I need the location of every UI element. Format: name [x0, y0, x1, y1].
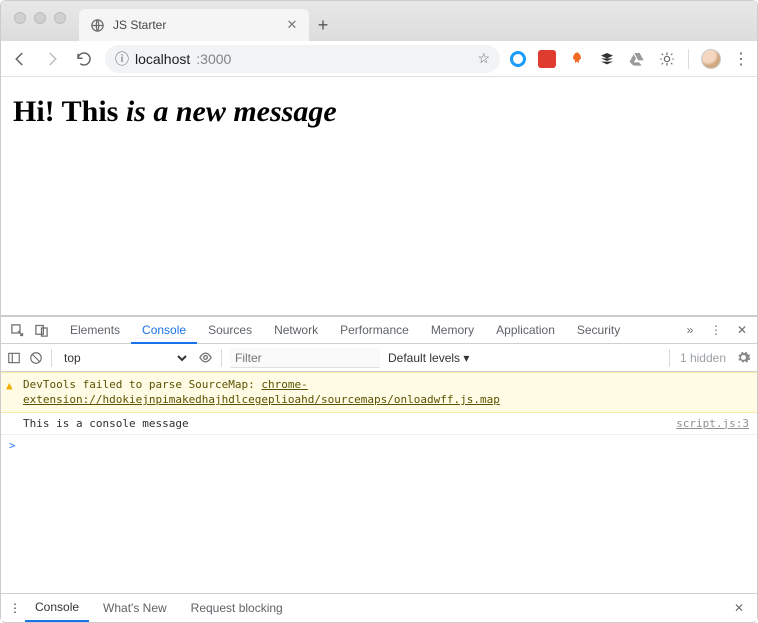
toolbar-separator	[688, 49, 689, 69]
reload-button[interactable]	[73, 48, 95, 70]
log-message: This is a console message	[23, 417, 189, 430]
devtools-tabstrip: Elements Console Sources Network Perform…	[1, 317, 757, 344]
maximize-window-icon[interactable]	[54, 12, 66, 24]
extension-rocket-icon[interactable]	[568, 50, 586, 68]
heading-italic-text: is a new message	[126, 95, 337, 128]
browser-menu-icon[interactable]: ⋮	[733, 49, 749, 69]
warning-text: DevTools failed to parse SourceMap:	[23, 378, 261, 391]
inspect-element-icon[interactable]	[5, 317, 29, 343]
extensions-row: ⋮	[510, 49, 749, 69]
drawer-tab-whatsnew[interactable]: What's New	[93, 594, 177, 621]
tab-network[interactable]: Network	[263, 317, 329, 343]
warning-icon: ▲	[6, 378, 13, 393]
extension-stack-icon[interactable]	[598, 50, 616, 68]
console-prompt[interactable]: >	[1, 435, 757, 456]
close-window-icon[interactable]	[14, 12, 26, 24]
browser-tab[interactable]: JS Starter ✕	[79, 9, 309, 41]
devtools-close-icon[interactable]: ✕	[731, 323, 753, 337]
tabs-overflow-icon[interactable]: »	[679, 323, 701, 337]
log-source-link[interactable]: script.js:3	[676, 417, 749, 430]
tab-performance[interactable]: Performance	[329, 317, 420, 343]
devtools-drawer: ⋮ Console What's New Request blocking ✕	[1, 593, 757, 621]
url-port: :3000	[196, 51, 231, 67]
toolbar-separator	[51, 349, 52, 367]
drawer-close-icon[interactable]: ✕	[729, 601, 749, 615]
console-sidebar-toggle-icon[interactable]	[7, 351, 21, 365]
heading-text: Hi! This	[13, 95, 126, 128]
console-settings-icon[interactable]	[736, 350, 751, 365]
console-output: ▲ DevTools failed to parse SourceMap: ch…	[1, 372, 757, 593]
clear-console-icon[interactable]	[29, 351, 43, 365]
new-tab-button[interactable]: +	[309, 11, 337, 39]
context-selector[interactable]: top	[60, 350, 190, 366]
globe-icon	[89, 17, 105, 33]
console-toolbar: top Default levels ▾ 1 hidden	[1, 344, 757, 372]
forward-button[interactable]	[41, 48, 63, 70]
extension-circle-icon[interactable]	[510, 51, 526, 67]
tab-elements[interactable]: Elements	[59, 317, 131, 343]
device-toolbar-icon[interactable]	[29, 317, 53, 343]
tab-title: JS Starter	[113, 18, 277, 32]
profile-avatar[interactable]	[701, 49, 721, 69]
tab-console[interactable]: Console	[131, 318, 197, 344]
drawer-menu-icon[interactable]: ⋮	[9, 601, 21, 615]
bookmark-star-icon[interactable]: ☆	[477, 50, 490, 67]
drawer-tab-request-blocking[interactable]: Request blocking	[181, 594, 293, 621]
url-host: localhost	[135, 51, 190, 67]
page-viewport: Hi! This is a new message	[1, 77, 757, 317]
drawer-tab-console[interactable]: Console	[25, 595, 89, 622]
extension-bug-icon[interactable]	[658, 50, 676, 68]
extension-red-icon[interactable]	[538, 50, 556, 68]
hidden-messages-count[interactable]: 1 hidden	[680, 351, 726, 365]
devtools-menu-icon[interactable]: ⋮	[705, 323, 727, 337]
tab-memory[interactable]: Memory	[420, 317, 485, 343]
toolbar-separator	[669, 349, 670, 367]
back-button[interactable]	[9, 48, 31, 70]
tab-close-icon[interactable]: ✕	[285, 17, 299, 33]
log-levels-dropdown[interactable]: Default levels ▾	[388, 351, 469, 365]
traffic-lights	[1, 1, 79, 24]
toolbar-separator	[221, 349, 222, 367]
browser-toolbar: ⓘ localhost :3000 ☆ ⋮	[1, 41, 757, 77]
devtools-panel: Elements Console Sources Network Perform…	[1, 317, 757, 621]
page-heading: Hi! This is a new message	[13, 95, 745, 129]
tab-security[interactable]: Security	[566, 317, 631, 343]
console-warning-row[interactable]: ▲ DevTools failed to parse SourceMap: ch…	[1, 372, 757, 413]
console-log-row[interactable]: This is a console message script.js:3	[1, 413, 757, 435]
prompt-caret: >	[9, 439, 16, 452]
site-info-icon[interactable]: ⓘ	[115, 49, 129, 69]
console-filter-input[interactable]	[230, 348, 380, 368]
live-expression-icon[interactable]	[198, 350, 213, 365]
extension-drive-icon[interactable]	[628, 50, 646, 68]
window-titlebar: JS Starter ✕ +	[1, 1, 757, 41]
tab-sources[interactable]: Sources	[197, 317, 263, 343]
tab-application[interactable]: Application	[485, 317, 566, 343]
minimize-window-icon[interactable]	[34, 12, 46, 24]
address-bar[interactable]: ⓘ localhost :3000 ☆	[105, 45, 500, 73]
